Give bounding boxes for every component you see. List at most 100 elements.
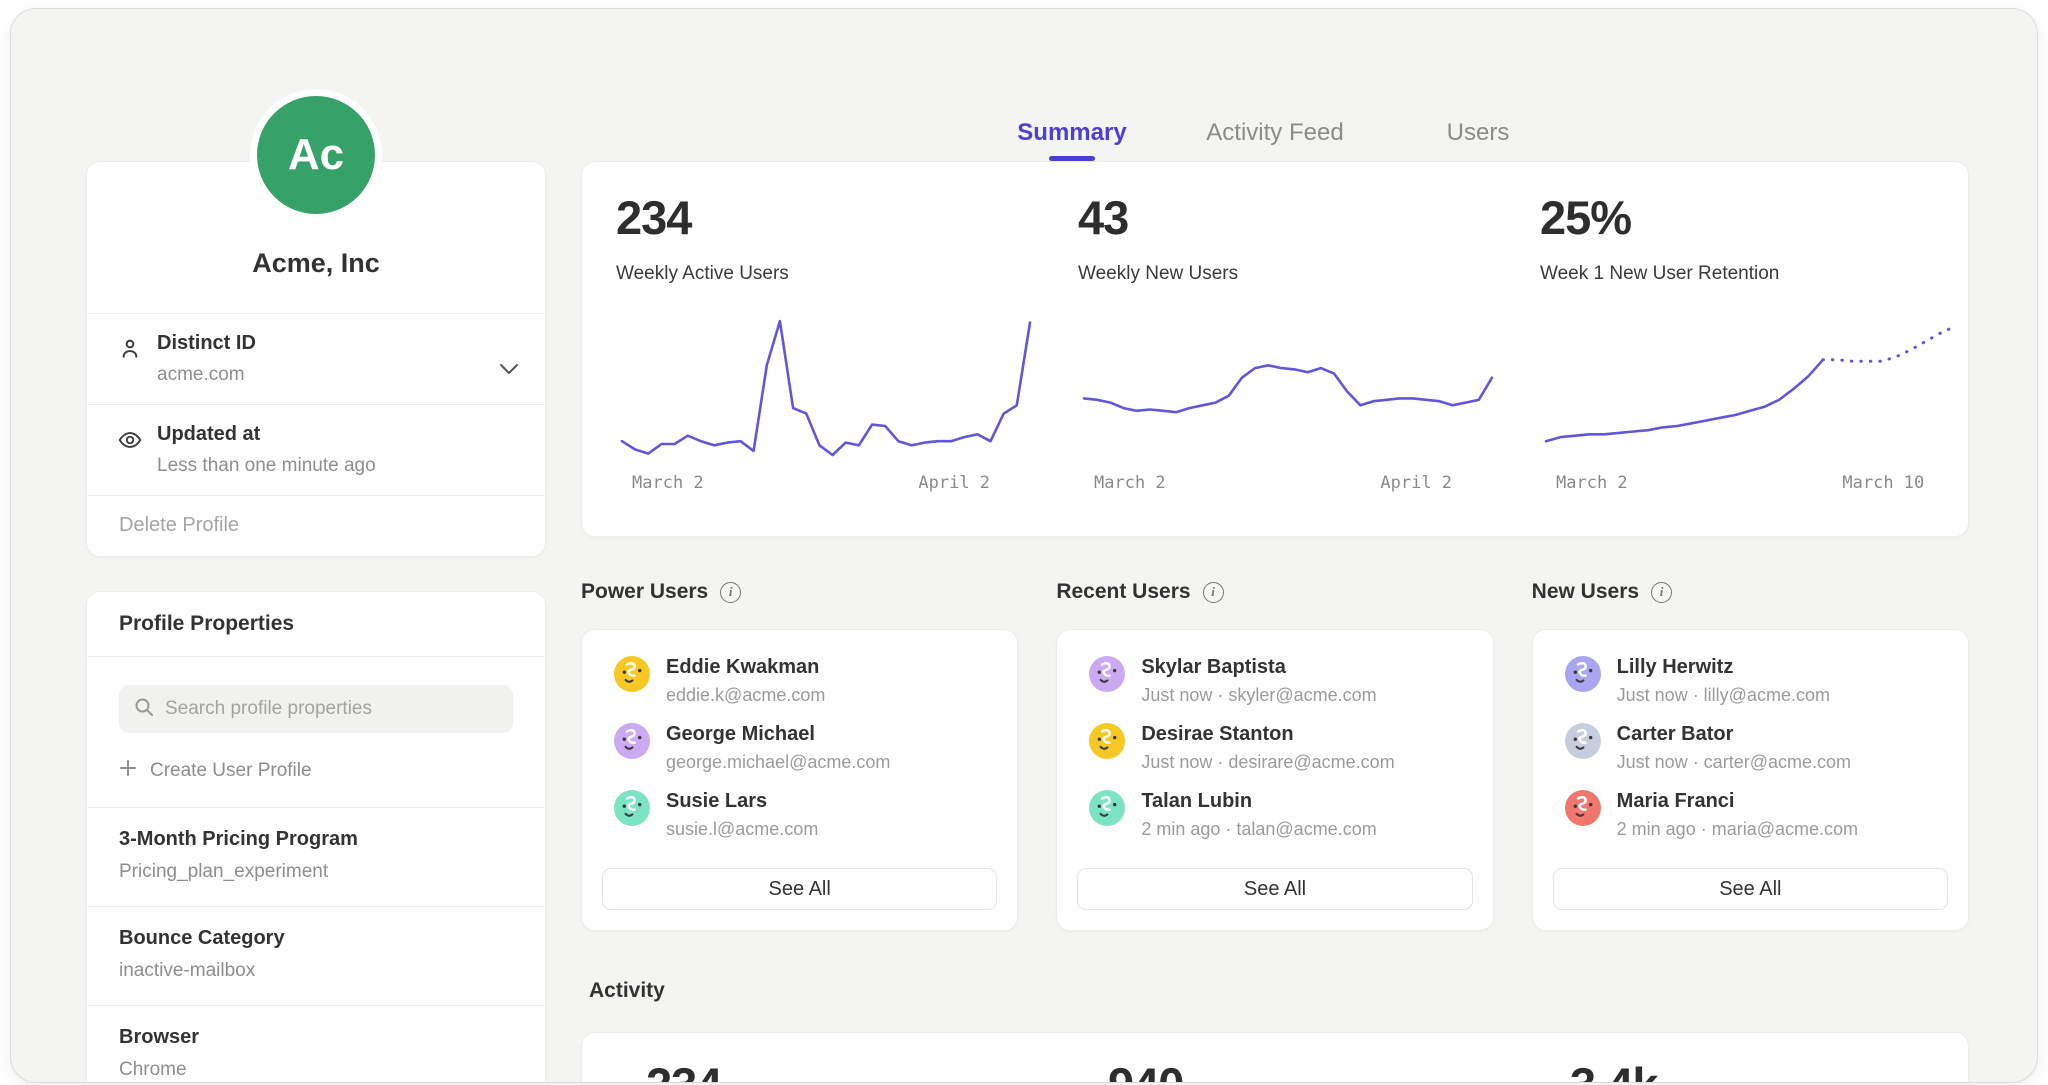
user-name: Eddie Kwakman (666, 656, 825, 679)
stat-value: 3.4k (1570, 1061, 1968, 1083)
profile-properties-card: Profile Properties Create User Profile (86, 591, 546, 1083)
user-meta: Just now · desirare@acme.com (1141, 752, 1394, 773)
user-meta: susie.l@acme.com (666, 819, 818, 840)
property-row[interactable]: 3-Month Pricing Program Pricing_plan_exp… (87, 808, 545, 906)
user-list-item[interactable]: Eddie Kwakman eddie.k@acme.com (602, 656, 997, 706)
x-tick-label: March 2 (1556, 473, 1628, 493)
weekly-active-users-chart: March 2 April 2 (616, 305, 1036, 510)
user-avatar (614, 656, 650, 692)
tab-activity-feed[interactable]: Activity Feed (1174, 111, 1377, 161)
activity-section-title: Activity (589, 979, 665, 1003)
user-name: George Michael (666, 723, 890, 746)
week1-retention-stat: 25% Week 1 New User Retention March 2 Ma… (1506, 162, 1968, 536)
property-value: inactive-mailbox (119, 960, 513, 982)
tab-users-label: Users (1447, 119, 1510, 146)
search-profile-properties[interactable] (119, 685, 513, 733)
stat-value: 25% (1540, 194, 1968, 241)
weekly-new-users-chart: March 2 April 2 (1078, 305, 1498, 510)
weekly-new-users-stat: 43 Weekly New Users March 2 April 2 (1044, 162, 1506, 536)
user-meta: george.michael@acme.com (666, 752, 890, 773)
property-row[interactable]: Bounce Category inactive-mailbox (87, 907, 545, 1005)
distinct-id-row[interactable]: Distinct ID acme.com (87, 314, 545, 404)
user-avatar (1565, 656, 1601, 692)
user-avatar (1565, 723, 1601, 759)
property-value: Chrome (119, 1059, 513, 1081)
power-users-card: Eddie Kwakman eddie.k@acme.com George Mi… (581, 629, 1018, 931)
see-all-button[interactable]: See All (1553, 868, 1948, 910)
section-title: Recent Users (1056, 580, 1190, 604)
app-window: Ac Acme, Inc Distinct ID acme.com (10, 8, 2038, 1083)
create-user-profile-label: Create User Profile (150, 760, 312, 782)
org-avatar-initials: Ac (288, 130, 344, 180)
org-avatar: Ac (250, 89, 382, 221)
chevron-down-icon[interactable] (499, 362, 519, 380)
power-users-section: Power Users Eddie Kwakman eddie.k@acme.c… (581, 577, 1018, 931)
main-tab-bar: Summary Activity Feed Users (581, 111, 1969, 161)
x-tick-label: March 2 (632, 473, 704, 493)
property-row[interactable]: Browser Chrome (87, 1006, 545, 1083)
user-list-item[interactable]: Talan Lubin 2 min ago · talan@acme.com (1077, 790, 1472, 840)
user-avatar (614, 723, 650, 759)
profile-properties-title: Profile Properties (87, 592, 545, 656)
stat-value: 234 (616, 194, 1044, 241)
user-list-item[interactable]: George Michael george.michael@acme.com (602, 723, 997, 773)
user-meta: Just now · lilly@acme.com (1617, 685, 1830, 706)
user-list-item[interactable]: Susie Lars susie.l@acme.com (602, 790, 997, 840)
summary-stats-card: 234 Weekly Active Users March 2 April 2 … (581, 161, 1969, 537)
updated-at-row: Updated at Less than one minute ago (87, 405, 545, 495)
search-profile-properties-input[interactable] (163, 697, 499, 721)
stat-value: 43 (1078, 194, 1506, 241)
x-tick-label: April 2 (1380, 473, 1452, 493)
weekly-active-users-stat: 234 Weekly Active Users March 2 April 2 (582, 162, 1044, 536)
user-meta: eddie.k@acme.com (666, 685, 825, 706)
updated-at-value: Less than one minute ago (157, 455, 485, 477)
x-tick-label: March 10 (1842, 473, 1924, 493)
new-users-card: Lilly Herwitz Just now · lilly@acme.com … (1532, 629, 1969, 931)
property-value: Pricing_plan_experiment (119, 861, 513, 883)
user-list-item[interactable]: Maria Franci 2 min ago · maria@acme.com (1553, 790, 1948, 840)
search-icon (133, 696, 155, 723)
stat-value: 234 (646, 1061, 1044, 1083)
user-name: Talan Lubin (1141, 790, 1376, 813)
line-chart (616, 305, 1036, 465)
user-list-item[interactable]: Carter Bator Just now · carter@acme.com (1553, 723, 1948, 773)
recent-users-card: Skylar Baptista Just now · skyler@acme.c… (1056, 629, 1493, 931)
tab-summary[interactable]: Summary (971, 111, 1174, 161)
user-name: Susie Lars (666, 790, 818, 813)
property-name: 3-Month Pricing Program (119, 828, 513, 851)
info-icon[interactable] (1203, 582, 1224, 603)
activity-stat: 940 (1044, 1061, 1506, 1083)
plus-icon (119, 759, 137, 783)
user-avatar (614, 790, 650, 826)
distinct-id-label: Distinct ID (157, 332, 485, 355)
user-meta: Just now · skyler@acme.com (1141, 685, 1376, 706)
divider (87, 656, 545, 657)
user-list-item[interactable]: Skylar Baptista Just now · skyler@acme.c… (1077, 656, 1472, 706)
see-all-button[interactable]: See All (602, 868, 997, 910)
x-tick-label: April 2 (918, 473, 990, 493)
info-icon[interactable] (720, 582, 741, 603)
person-icon (117, 336, 143, 367)
user-avatar (1565, 790, 1601, 826)
info-icon[interactable] (1651, 582, 1672, 603)
delete-profile-button[interactable]: Delete Profile (87, 496, 545, 554)
stat-label: Weekly Active Users (616, 263, 1044, 285)
user-list-item[interactable]: Lilly Herwitz Just now · lilly@acme.com (1553, 656, 1948, 706)
new-users-section: New Users Lilly Herwitz Just now · lilly… (1532, 577, 1969, 931)
line-chart (1540, 305, 1960, 465)
user-name: Carter Bator (1617, 723, 1851, 746)
stat-label: Week 1 New User Retention (1540, 263, 1968, 285)
user-avatar (1089, 790, 1125, 826)
user-list-item[interactable]: Desirae Stanton Just now · desirare@acme… (1077, 723, 1472, 773)
distinct-id-value: acme.com (157, 364, 485, 386)
tab-users[interactable]: Users (1377, 111, 1580, 161)
activity-stat: 3.4k (1506, 1061, 1968, 1083)
line-chart (1078, 305, 1498, 465)
user-meta: 2 min ago · talan@acme.com (1141, 819, 1376, 840)
create-user-profile-button[interactable]: Create User Profile (119, 759, 513, 783)
see-all-button[interactable]: See All (1077, 868, 1472, 910)
user-name: Lilly Herwitz (1617, 656, 1830, 679)
user-meta: 2 min ago · maria@acme.com (1617, 819, 1858, 840)
user-avatar (1089, 723, 1125, 759)
tab-summary-label: Summary (1017, 119, 1126, 146)
